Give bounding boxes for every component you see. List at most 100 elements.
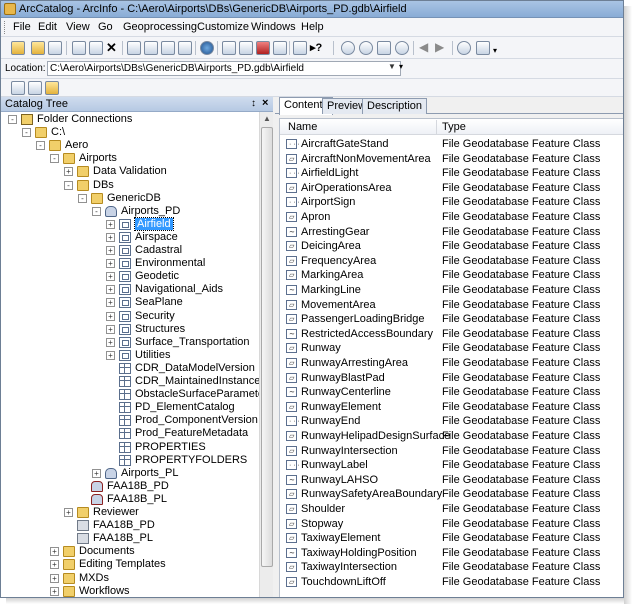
- menu-go[interactable]: Go: [98, 21, 113, 33]
- menu-file[interactable]: File: [13, 21, 31, 33]
- list-item[interactable]: ▱ TouchdownLiftOff File Geodatabase Featur…: [280, 575, 623, 590]
- expand-icon[interactable]: +: [50, 560, 59, 570]
- collapse-icon[interactable]: -: [22, 128, 31, 138]
- search-window-icon[interactable]: [239, 41, 253, 55]
- metadata-export-icon[interactable]: [45, 81, 59, 95]
- expand-icon[interactable]: +: [106, 337, 115, 347]
- list-item[interactable]: ▱ RunwaySafetyAreaBoundary File Geodatabas…: [280, 487, 623, 502]
- list-item[interactable]: · · · RunwayEnd File Geodatabase Feature C…: [280, 414, 623, 429]
- location-dropdown-icon[interactable]: ▼: [388, 62, 396, 71]
- up-one-level-icon[interactable]: [11, 41, 25, 55]
- expand-icon[interactable]: +: [64, 167, 73, 177]
- list-item[interactable]: ▱ TaxiwayElement File Geodatabase Feature …: [280, 531, 623, 546]
- list-item[interactable]: ▱ Apron File Geodatabase Feature Class: [280, 210, 623, 225]
- list-item[interactable]: · · · RunwayLabel File Geodatabase Feature…: [280, 458, 623, 473]
- metadata-edit-icon[interactable]: [28, 81, 42, 95]
- collapse-icon[interactable]: -: [64, 180, 73, 190]
- pin-icon[interactable]: ↕: [251, 98, 256, 109]
- menu-grip[interactable]: [4, 21, 7, 34]
- expand-icon[interactable]: +: [106, 259, 115, 269]
- list-item[interactable]: ▱ Runway File Geodatabase Feature Class: [280, 341, 623, 356]
- close-icon[interactable]: ×: [262, 97, 268, 109]
- expand-icon[interactable]: +: [106, 324, 115, 334]
- details-view-icon[interactable]: [161, 41, 175, 55]
- expand-icon[interactable]: +: [50, 586, 59, 596]
- column-header-name[interactable]: Name: [288, 121, 317, 133]
- list-item[interactable]: · · · AirfieldLight File Geodatabase Featu…: [280, 166, 623, 181]
- expand-icon[interactable]: +: [50, 547, 59, 557]
- expand-icon[interactable]: +: [50, 573, 59, 583]
- menu-edit[interactable]: Edit: [38, 21, 57, 33]
- list-item[interactable]: ∼ RunwayCenterline File Geodatabase Featur…: [280, 385, 623, 400]
- list-item[interactable]: ▱ PassengerLoadingBridge File Geodatabase …: [280, 312, 623, 327]
- list-item[interactable]: ▱ FrequencyArea File Geodatabase Feature C…: [280, 254, 623, 269]
- location-overflow-icon[interactable]: ▾: [399, 62, 405, 74]
- full-extent-icon[interactable]: [395, 41, 409, 55]
- launch-arcmap-icon[interactable]: [200, 41, 214, 55]
- list-item[interactable]: ▱ Stopway File Geodatabase Feature Class: [280, 517, 623, 532]
- collapse-icon[interactable]: -: [78, 193, 87, 203]
- expand-icon[interactable]: +: [106, 350, 115, 360]
- list-item[interactable]: ∼ MarkingLine File Geodatabase Feature Cla…: [280, 283, 623, 298]
- whats-this-icon[interactable]: ▸?: [310, 41, 324, 55]
- menu-view[interactable]: View: [66, 21, 90, 33]
- list-item[interactable]: ▱ RunwayElement File Geodatabase Feature C…: [280, 400, 623, 415]
- scrollbar-thumb[interactable]: [261, 127, 273, 567]
- disconnect-folder-icon[interactable]: [48, 41, 62, 55]
- back-arrow-icon[interactable]: ◀: [419, 41, 433, 55]
- expand-icon[interactable]: +: [106, 219, 115, 229]
- expand-icon[interactable]: +: [106, 298, 115, 308]
- python-window-icon[interactable]: [273, 41, 287, 55]
- paste-icon[interactable]: [89, 41, 103, 55]
- catalog-tree-scrollbar[interactable]: ▲: [259, 112, 273, 597]
- menu-customize[interactable]: Customize: [197, 21, 249, 33]
- list-item[interactable]: ▱ MarkingArea File Geodatabase Feature Cla…: [280, 268, 623, 283]
- collapse-icon[interactable]: -: [92, 206, 101, 216]
- toolbar-overflow-icon[interactable]: ▾: [493, 41, 507, 55]
- expand-icon[interactable]: +: [106, 285, 115, 295]
- menu-windows[interactable]: Windows: [251, 21, 296, 33]
- identify-icon[interactable]: [457, 41, 471, 55]
- list-item[interactable]: ▱ AircraftNonMovementArea File Geodatabase…: [280, 152, 623, 167]
- connect-folder-icon[interactable]: [31, 41, 45, 55]
- expand-icon[interactable]: +: [92, 468, 101, 478]
- list-item[interactable]: ∼ RunwayLAHSO File Geodatabase Feature Cla…: [280, 473, 623, 488]
- tab-description[interactable]: Description: [362, 98, 428, 114]
- list-item[interactable]: ▱ RunwayBlastPad File Geodatabase Feature …: [280, 371, 623, 386]
- forward-arrow-icon[interactable]: ▶: [435, 41, 449, 55]
- list-item[interactable]: ▱ Shoulder File Geodatabase Feature Class: [280, 502, 623, 517]
- list-item[interactable]: ▱ RunwayArrestingArea File Geodatabase Fea…: [280, 356, 623, 371]
- create-thumbnail-icon[interactable]: [476, 41, 490, 55]
- column-header-type[interactable]: Type: [442, 121, 466, 133]
- collapse-icon[interactable]: -: [36, 141, 45, 151]
- list-item[interactable]: ∼ TaxiwayHoldingPosition File Geodatabase …: [280, 546, 623, 561]
- expand-icon[interactable]: +: [106, 232, 115, 242]
- pan-icon[interactable]: [377, 41, 391, 55]
- delete-icon[interactable]: ✕: [106, 41, 120, 55]
- arctoolbox-icon[interactable]: [256, 41, 270, 55]
- list-item[interactable]: ▱ AirOperationsArea File Geodatabase Featu…: [280, 181, 623, 196]
- list-item[interactable]: · · · AirportSign File Geodatabase Feature…: [280, 195, 623, 210]
- menu-geoprocessing[interactable]: Geoprocessing: [123, 21, 197, 33]
- collapse-icon[interactable]: -: [8, 115, 17, 124]
- zoom-in-icon[interactable]: [341, 41, 355, 55]
- list-item[interactable]: ▱ DeicingArea File Geodatabase Feature Cla…: [280, 239, 623, 254]
- list-item[interactable]: ▱ RunwayHelipadDesignSurface File Geodatab…: [280, 429, 623, 444]
- list-item[interactable]: ▱ RunwayIntersection File Geodatabase Feat…: [280, 444, 623, 459]
- title-bar[interactable]: ArcCatalog - ArcInfo - C:\Aero\Airports\…: [1, 1, 623, 18]
- list-item[interactable]: ▱ TaxiwayIntersection File Geodatabase Fea…: [280, 560, 623, 575]
- expand-icon[interactable]: +: [106, 272, 115, 282]
- menu-help[interactable]: Help: [301, 21, 324, 33]
- catalog-window-icon[interactable]: [222, 41, 236, 55]
- expand-icon[interactable]: +: [106, 246, 115, 255]
- collapse-icon[interactable]: -: [50, 154, 59, 164]
- copy-icon[interactable]: [72, 41, 86, 55]
- zoom-out-icon[interactable]: [359, 41, 373, 55]
- list-view-icon[interactable]: [144, 41, 158, 55]
- list-item[interactable]: ∼ RestrictedAccessBoundary File Geodatabas…: [280, 327, 623, 342]
- location-input[interactable]: C:\Aero\Airports\DBs\GenericDB\Airports_…: [47, 61, 401, 76]
- expand-icon[interactable]: +: [106, 311, 115, 321]
- scroll-up-icon[interactable]: ▲: [263, 114, 271, 123]
- column-divider[interactable]: [436, 120, 437, 134]
- list-item[interactable]: ∼ ArrestingGear File Geodatabase Feature C…: [280, 225, 623, 240]
